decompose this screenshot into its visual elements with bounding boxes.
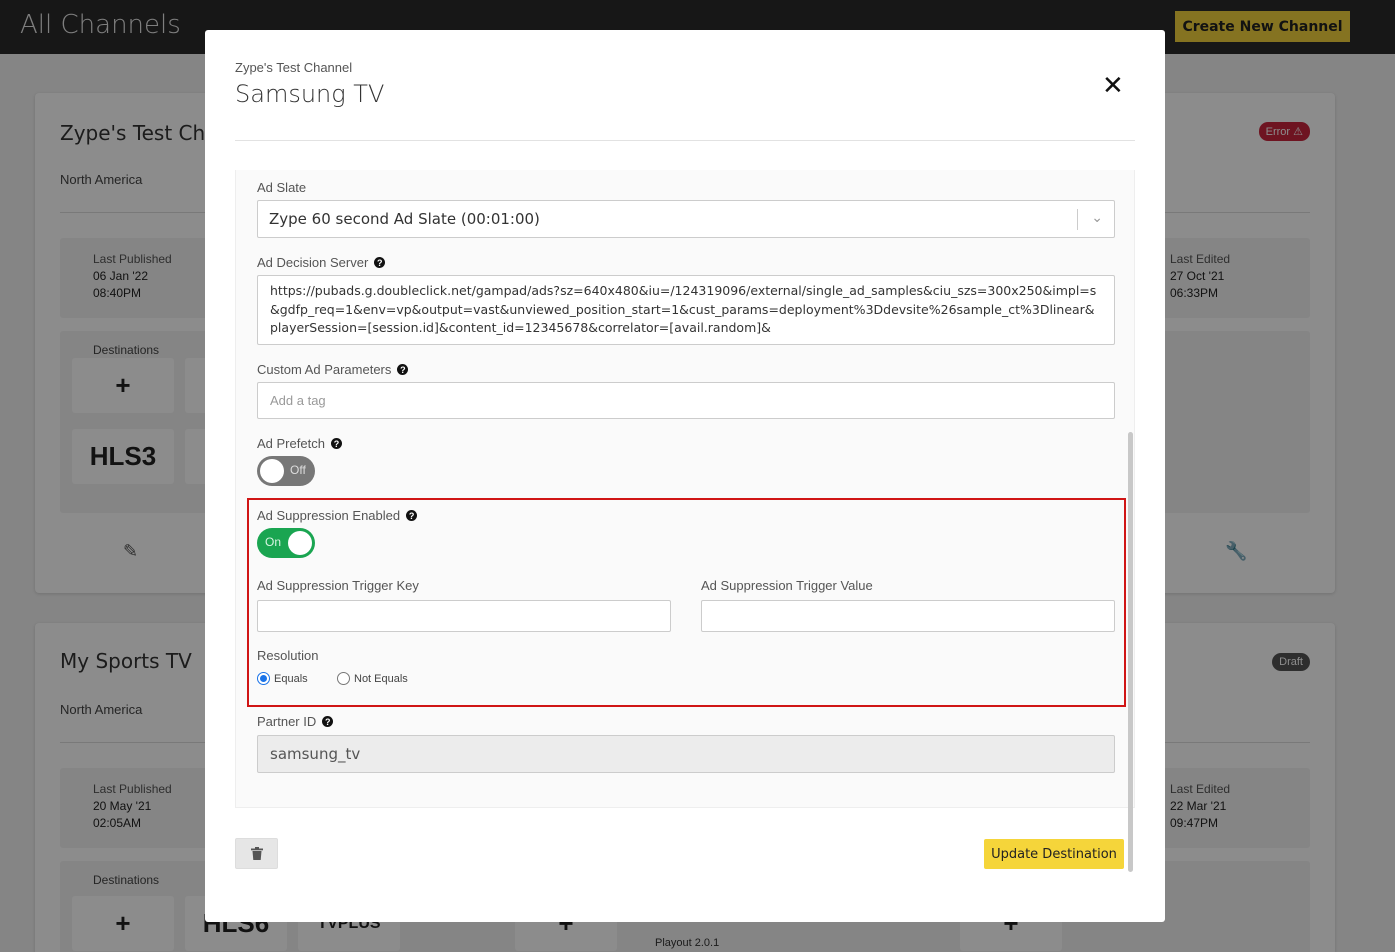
select-separator	[1077, 209, 1078, 230]
trigger-value-input[interactable]	[701, 600, 1115, 632]
resolution-label: Resolution	[257, 648, 319, 663]
custom-ad-parameters-input[interactable]: Add a tag	[257, 382, 1115, 419]
chevron-down-icon[interactable]: ⌄	[1091, 210, 1103, 226]
ad-slate-select[interactable]: Zype 60 second Ad Slate (00:01:00) ⌄	[257, 200, 1115, 238]
ad-prefetch-toggle[interactable]: Off	[257, 456, 315, 486]
modal-title: Samsung TV	[235, 80, 385, 108]
help-icon[interactable]: ?	[330, 438, 342, 449]
ad-slate-label: Ad Slate	[257, 180, 307, 195]
trigger-key-input[interactable]	[257, 600, 671, 632]
ad-suppression-toggle[interactable]: On	[257, 528, 315, 558]
radio-button[interactable]	[257, 672, 270, 685]
ad-suppression-label: Ad Suppression Enabled ?	[257, 508, 418, 523]
trigger-key-label: Ad Suppression Trigger Key	[257, 578, 419, 593]
radio-button[interactable]	[337, 672, 350, 685]
help-icon[interactable]: ?	[322, 716, 334, 727]
toggle-knob	[260, 459, 284, 483]
help-icon[interactable]: ?	[397, 364, 409, 375]
ad-prefetch-label: Ad Prefetch ?	[257, 436, 342, 451]
destination-form: Ad Slate Zype 60 second Ad Slate (00:01:…	[235, 170, 1135, 808]
help-icon[interactable]: ?	[374, 257, 386, 268]
delete-button[interactable]	[235, 838, 278, 869]
close-icon[interactable]: ✕	[1102, 70, 1124, 101]
ad-decision-server-label: Ad Decision Server ?	[257, 255, 386, 270]
trash-icon	[250, 847, 263, 860]
toggle-state: Off	[290, 463, 306, 477]
scrollbar[interactable]	[1128, 432, 1133, 872]
partner-id-label: Partner ID ?	[257, 714, 334, 729]
partner-id-input: samsung_tv	[257, 735, 1115, 773]
custom-ad-parameters-label: Custom Ad Parameters ?	[257, 362, 409, 377]
help-icon[interactable]: ?	[406, 510, 418, 521]
divider	[235, 140, 1135, 141]
toggle-knob	[288, 531, 312, 555]
destination-modal: Zype's Test Channel Samsung TV ✕ Ad Slat…	[205, 30, 1165, 922]
trigger-value-label: Ad Suppression Trigger Value	[701, 578, 873, 593]
update-destination-button[interactable]: Update Destination	[984, 839, 1124, 869]
resolution-not-equals-radio[interactable]: Not Equals	[337, 672, 408, 685]
toggle-state: On	[265, 535, 282, 549]
resolution-equals-radio[interactable]: Equals	[257, 672, 308, 685]
modal-subtitle: Zype's Test Channel	[235, 60, 353, 75]
ad-decision-server-textarea[interactable]: https://pubads.g.doubleclick.net/gampad/…	[257, 275, 1115, 345]
